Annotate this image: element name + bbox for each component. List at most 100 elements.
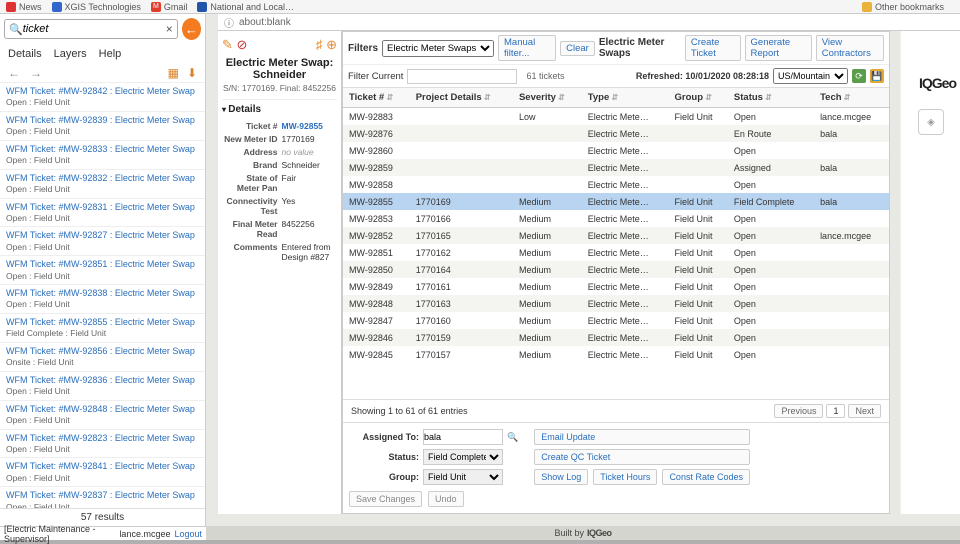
other-bookmarks[interactable]: Other bookmarks xyxy=(862,2,944,12)
filter-current-label: Filter Current xyxy=(348,71,403,82)
tz-select[interactable]: US/Mountain xyxy=(773,68,848,84)
table-row[interactable]: MW-928511770162MediumElectric Mete…Field… xyxy=(343,244,889,261)
result-item[interactable]: WFM Ticket: #MW-92839 : Electric Meter S… xyxy=(0,111,205,140)
table-row[interactable]: MW-928531770166MediumElectric Mete…Field… xyxy=(343,210,889,227)
ticket-count: 61 tickets xyxy=(526,71,564,81)
layers-icon[interactable]: ◈ xyxy=(918,109,944,135)
tab-layers[interactable]: Layers xyxy=(54,48,87,60)
group-title: Electric Meter Swaps xyxy=(599,37,677,59)
result-item[interactable]: WFM Ticket: #MW-92831 : Electric Meter S… xyxy=(0,198,205,227)
result-item[interactable]: WFM Ticket: #MW-92842 : Electric Meter S… xyxy=(0,82,205,111)
result-item[interactable]: WFM Ticket: #MW-92855 : Electric Meter S… xyxy=(0,313,205,342)
table-row[interactable]: MW-92876Electric Mete…En Routebala xyxy=(343,125,889,142)
detail-panel: ✎ ⊘ ♯ ⊕ Electric Meter Swap: Schneider S… xyxy=(218,31,342,514)
results-list: WFM Ticket: #MW-92842 : Electric Meter S… xyxy=(0,82,205,508)
result-item[interactable]: WFM Ticket: #MW-92832 : Electric Meter S… xyxy=(0,169,205,198)
column-header[interactable]: Group xyxy=(669,88,728,108)
save-icon[interactable]: 💾 xyxy=(870,69,884,83)
assigned-to-input[interactable] xyxy=(423,429,503,445)
result-item[interactable]: WFM Ticket: #MW-92837 : Electric Meter S… xyxy=(0,486,205,508)
edit-icon[interactable]: ✎ xyxy=(222,37,233,52)
result-item[interactable]: WFM Ticket: #MW-92823 : Electric Meter S… xyxy=(0,429,205,458)
address-bar: ⓘabout:blank xyxy=(218,14,960,31)
logout-link[interactable]: Logout xyxy=(174,529,202,539)
result-item[interactable]: WFM Ticket: #MW-92851 : Electric Meter S… xyxy=(0,255,205,284)
table-row[interactable]: MW-928521770165MediumElectric Mete…Field… xyxy=(343,227,889,244)
clear-filter-button[interactable]: Clear xyxy=(560,41,595,56)
table-row[interactable]: MW-92859Electric Mete…Assignedbala xyxy=(343,159,889,176)
tab-details[interactable]: Details xyxy=(8,48,42,60)
const-rate-codes-button[interactable]: Const Rate Codes xyxy=(662,469,750,485)
bookmark-item[interactable]: News xyxy=(6,2,42,12)
column-header[interactable]: Ticket # xyxy=(343,88,410,108)
group-select[interactable]: Field Unit xyxy=(423,469,503,485)
footer-built: Built by IQGeo xyxy=(206,526,960,540)
cancel-icon[interactable]: ⊘ xyxy=(237,37,248,52)
bookmarks-bar: News XGIS Technologies MGmail National a… xyxy=(0,0,960,14)
result-item[interactable]: WFM Ticket: #MW-92838 : Electric Meter S… xyxy=(0,284,205,313)
view-contractors-button[interactable]: View Contractors xyxy=(816,35,884,61)
table-row[interactable]: MW-928491770161MediumElectric Mete…Field… xyxy=(343,278,889,295)
result-item[interactable]: WFM Ticket: #MW-92856 : Electric Meter S… xyxy=(0,342,205,371)
sidebar-tabs: Details Layers Help xyxy=(0,44,205,64)
sidebar: 🔍 × ← Details Layers Help ← → ▦ ⬇ WFM Tick… xyxy=(0,14,206,526)
link-icon[interactable]: ♯ xyxy=(316,37,323,52)
table-row[interactable]: MW-92858Electric Mete…Open xyxy=(343,176,889,193)
table-row[interactable]: MW-92860Electric Mete…Open xyxy=(343,142,889,159)
ticket-hours-button[interactable]: Ticket Hours xyxy=(593,469,657,485)
table-row[interactable]: MW-928471770160MediumElectric Mete…Field… xyxy=(343,312,889,329)
undo-button[interactable]: Undo xyxy=(428,491,464,507)
table-row[interactable]: MW-928501770164MediumElectric Mete…Field… xyxy=(343,261,889,278)
filters-label: Filters xyxy=(348,43,378,54)
tickets-grid: Ticket #Project DetailsSeverityTypeGroup… xyxy=(343,88,889,399)
create-qc-button[interactable]: Create QC Ticket xyxy=(534,449,750,465)
user-footer: [Electric Maintenance - Supervisor] lanc… xyxy=(0,526,206,540)
target-icon[interactable]: ⊕ xyxy=(326,37,337,52)
tab-help[interactable]: Help xyxy=(99,48,122,60)
table-row[interactable]: MW-928461770159MediumElectric Mete…Field… xyxy=(343,329,889,346)
next-page-button[interactable]: Next xyxy=(848,404,881,418)
table-row[interactable]: MW-928451770157MediumElectric Mete…Field… xyxy=(343,346,889,363)
refresh-icon[interactable]: ⟳ xyxy=(852,69,866,83)
prev-page-button[interactable]: Previous xyxy=(774,404,823,418)
column-header[interactable]: Project Details xyxy=(410,88,513,108)
detail-title-2: Schneider xyxy=(222,69,337,81)
email-update-button[interactable]: Email Update xyxy=(534,429,750,445)
nav-next-icon[interactable]: → xyxy=(30,66,42,80)
show-log-button[interactable]: Show Log xyxy=(534,469,588,485)
create-ticket-button[interactable]: Create Ticket xyxy=(685,35,741,61)
brand-logo: IQGeo xyxy=(919,75,956,91)
bookmark-item[interactable]: MGmail xyxy=(151,2,188,12)
table-row[interactable]: MW-928551770169MediumElectric Mete…Field… xyxy=(343,193,889,210)
download-icon[interactable]: ⬇ xyxy=(187,66,197,80)
table-row[interactable]: MW-928481770163MediumElectric Mete…Field… xyxy=(343,295,889,312)
grid-icon[interactable]: ▦ xyxy=(168,66,179,80)
search-input[interactable]: 🔍 × xyxy=(4,19,178,39)
search-icon[interactable]: 🔍 xyxy=(507,432,518,443)
back-button[interactable]: ← xyxy=(182,18,201,40)
filter-select[interactable]: Electric Meter Swaps xyxy=(382,40,494,57)
bookmark-item[interactable]: XGIS Technologies xyxy=(52,2,141,12)
nav-prev-icon[interactable]: ← xyxy=(8,66,20,80)
generate-report-button[interactable]: Generate Report xyxy=(745,35,812,61)
result-item[interactable]: WFM Ticket: #MW-92833 : Electric Meter S… xyxy=(0,140,205,169)
result-item[interactable]: WFM Ticket: #MW-92836 : Electric Meter S… xyxy=(0,371,205,400)
column-header[interactable]: Type xyxy=(582,88,669,108)
page-number[interactable]: 1 xyxy=(826,404,845,418)
bookmark-item[interactable]: National and Local… xyxy=(197,2,294,12)
manual-filter-button[interactable]: Manual filter... xyxy=(498,35,556,61)
status-select[interactable]: Field Complete xyxy=(423,449,503,465)
save-changes-button[interactable]: Save Changes xyxy=(349,491,422,507)
detail-section-header[interactable]: Details xyxy=(222,104,337,115)
column-header[interactable]: Tech xyxy=(814,88,889,108)
table-row[interactable]: MW-92883LowElectric Mete…Field UnitOpenl… xyxy=(343,108,889,126)
right-rail: IQGeo ◈ xyxy=(900,31,960,514)
result-item[interactable]: WFM Ticket: #MW-92848 : Electric Meter S… xyxy=(0,400,205,429)
clear-search-icon[interactable]: × xyxy=(166,22,173,36)
filter-current-input[interactable] xyxy=(407,69,517,84)
detail-serial: S/N: 1770169. Final: 8452256 xyxy=(222,81,337,100)
column-header[interactable]: Severity xyxy=(513,88,582,108)
result-item[interactable]: WFM Ticket: #MW-92827 : Electric Meter S… xyxy=(0,226,205,255)
column-header[interactable]: Status xyxy=(728,88,814,108)
result-item[interactable]: WFM Ticket: #MW-92841 : Electric Meter S… xyxy=(0,457,205,486)
